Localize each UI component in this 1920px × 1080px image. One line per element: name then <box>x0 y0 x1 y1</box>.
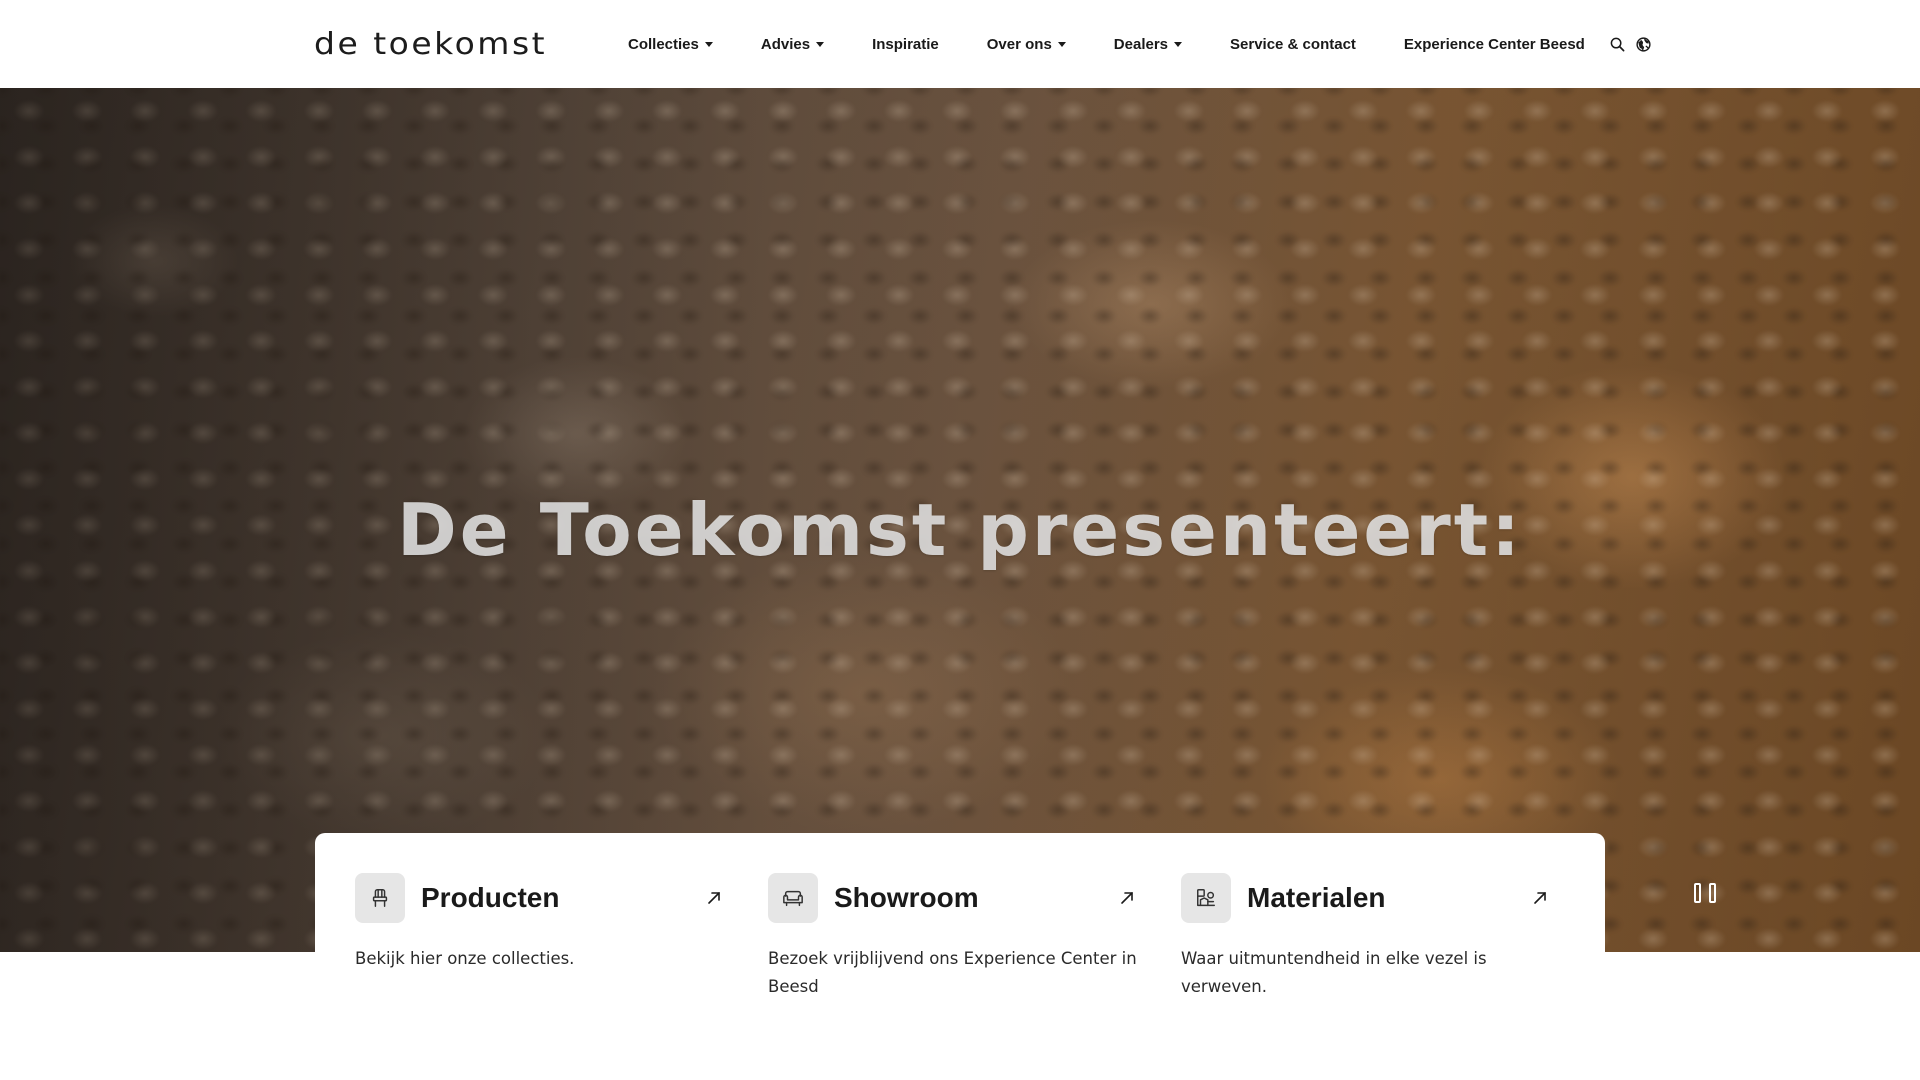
card-title: Producten <box>421 882 560 913</box>
search-icon[interactable] <box>1609 35 1627 53</box>
arrow-up-right-icon[interactable] <box>1117 888 1137 908</box>
pause-icon[interactable] <box>1694 880 1716 906</box>
arrow-up-right-icon[interactable] <box>1530 888 1550 908</box>
nav-label: Service & contact <box>1230 35 1356 53</box>
brand-logo[interactable]: de toekomst <box>314 26 547 63</box>
nav-label: Over ons <box>986 35 1052 53</box>
site-header: de toekomst Collecties Advies Inspiratie… <box>0 0 1920 88</box>
chevron-down-icon <box>816 41 825 47</box>
feature-cards: Producten Bekijk hier onze collecties. S… <box>315 833 1605 1080</box>
chevron-down-icon <box>1057 41 1066 47</box>
arrow-up-right-icon[interactable] <box>704 888 724 908</box>
nav-label: Experience Center Beesd <box>1403 35 1585 53</box>
card-title: Showroom <box>834 882 979 913</box>
nav-item-service-contact[interactable]: Service & contact <box>1230 36 1356 53</box>
chevron-down-icon <box>1174 41 1183 47</box>
nav-item-experience-center[interactable]: Experience Center Beesd <box>1404 36 1585 53</box>
chevron-down-icon <box>704 41 713 47</box>
nav-label: Collecties <box>628 35 699 53</box>
card-description: Bezoek vrijblijvend ons Experience Cente… <box>768 949 1137 996</box>
card-title: Materialen <box>1247 882 1386 913</box>
hero-video: De Toekomst presenteert: <box>0 88 1920 952</box>
globe-icon[interactable] <box>1635 35 1653 53</box>
hero-title: De Toekomst presenteert: <box>397 488 1523 572</box>
pause-bar <box>1709 883 1716 903</box>
nav-label: Advies <box>760 35 811 53</box>
pause-bar <box>1694 883 1701 903</box>
nav-label: Dealers <box>1113 35 1169 53</box>
main-nav: Collecties Advies Inspiratie Over ons De… <box>628 30 1653 58</box>
chair-icon <box>355 873 405 923</box>
card-description: Waar uitmuntendheid in elke vezel is ver… <box>1181 949 1487 996</box>
materials-icon <box>1181 873 1231 923</box>
nav-item-dealers[interactable]: Dealers <box>1113 35 1183 53</box>
sofa-icon <box>768 873 818 923</box>
nav-item-collecties[interactable]: Collecties <box>628 36 713 53</box>
card-description: Bekijk hier onze collecties. <box>355 949 575 968</box>
nav-item-inspiratie[interactable]: Inspiratie <box>872 36 939 53</box>
nav-item-over-ons[interactable]: Over ons <box>987 36 1066 53</box>
nav-label: Inspiratie <box>872 35 939 53</box>
nav-item-advies[interactable]: Advies <box>760 35 825 53</box>
